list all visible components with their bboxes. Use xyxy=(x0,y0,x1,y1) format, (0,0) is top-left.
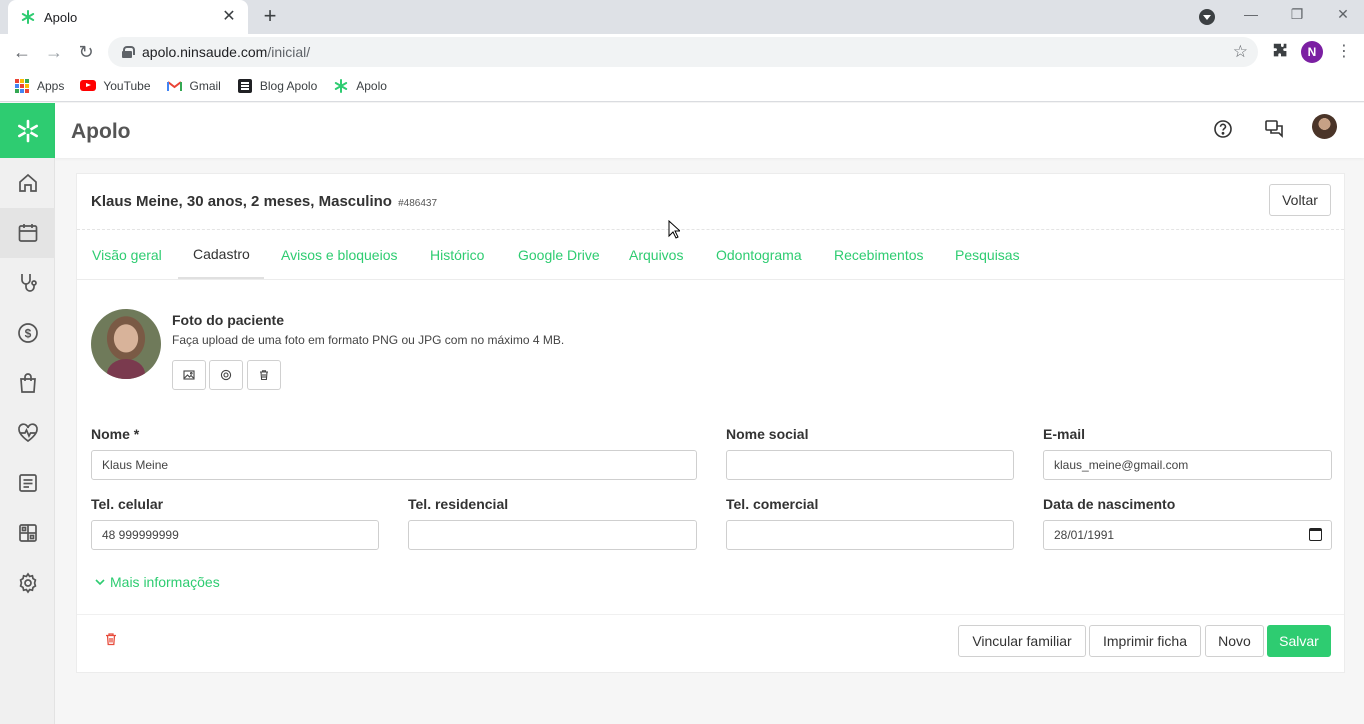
gmail-icon xyxy=(167,78,183,94)
tab-arquivos[interactable]: Arquivos xyxy=(614,230,698,279)
tab-historico[interactable]: Histórico xyxy=(415,230,499,279)
extensions-icon[interactable] xyxy=(1270,42,1290,63)
tel-comercial-input[interactable] xyxy=(726,520,1014,550)
image-icon xyxy=(183,370,195,380)
browser-tabstrip: Apolo ✕ + — ❐ ✕ xyxy=(0,0,1364,34)
camera-icon xyxy=(220,369,232,381)
bookmark-blog-apolo[interactable]: Blog Apolo xyxy=(237,78,317,94)
patient-tabs: Visão geral Cadastro Avisos e bloqueios … xyxy=(77,230,1344,280)
tab-title: Apolo xyxy=(44,9,78,25)
user-avatar[interactable] xyxy=(1312,114,1337,139)
upload-image-button[interactable] xyxy=(172,360,206,390)
patient-photo xyxy=(91,309,161,379)
bookmark-star-icon[interactable]: ☆ xyxy=(1233,42,1248,62)
profile-avatar[interactable]: N xyxy=(1301,41,1323,63)
browser-toolbar: ← → ↻ apolo.ninsaude.com/inicial/ ☆ xyxy=(0,34,1364,70)
patient-id: #486437 xyxy=(398,198,438,209)
apps-grid-icon xyxy=(14,78,30,94)
bookmark-apps[interactable]: Apps xyxy=(14,78,64,94)
bookmark-gmail[interactable]: Gmail xyxy=(167,78,221,94)
close-tab-icon[interactable]: ✕ xyxy=(220,8,238,26)
chevron-down-icon xyxy=(95,579,105,586)
photo-title: Foto do paciente xyxy=(172,312,284,328)
tel-celular-label: Tel. celular xyxy=(91,496,164,512)
restore-icon[interactable]: ❐ xyxy=(1286,6,1308,23)
tel-residencial-label: Tel. residencial xyxy=(408,496,509,512)
webcam-button[interactable] xyxy=(209,360,243,390)
footer-divider xyxy=(77,614,1344,615)
tab-cadastro[interactable]: Cadastro xyxy=(178,230,264,279)
mais-informacoes-toggle[interactable]: Mais informações xyxy=(94,574,220,590)
app-title: Apolo xyxy=(71,120,131,143)
report-icon[interactable] xyxy=(0,458,55,508)
tab-search-icon[interactable] xyxy=(1199,9,1215,25)
settings-icon[interactable] xyxy=(0,558,55,608)
patient-title: Klaus Meine, 30 anos, 2 meses, Masculino… xyxy=(91,193,438,210)
stethoscope-icon[interactable] xyxy=(0,258,55,308)
tab-avisos-bloqueios[interactable]: Avisos e bloqueios xyxy=(266,230,412,279)
app-header: Apolo xyxy=(55,103,1364,158)
dollar-icon[interactable]: $ xyxy=(0,308,55,358)
nome-label: Nome * xyxy=(91,426,140,442)
tel-celular-input[interactable]: 48 999999999 xyxy=(91,520,379,550)
voltar-button[interactable]: Voltar xyxy=(1269,184,1331,216)
home-icon[interactable] xyxy=(0,158,55,208)
salvar-button[interactable]: Salvar xyxy=(1267,625,1331,657)
bag-icon[interactable] xyxy=(0,358,55,408)
nascimento-input[interactable]: 28/01/1991 xyxy=(1043,520,1332,550)
apolo-favicon-icon xyxy=(20,9,36,25)
tab-odontograma[interactable]: Odontograma xyxy=(701,230,817,279)
tab-pesquisas[interactable]: Pesquisas xyxy=(940,230,1035,279)
svg-text:$: $ xyxy=(24,327,31,341)
tab-visao-geral[interactable]: Visão geral xyxy=(77,230,177,279)
patient-card: Klaus Meine, 30 anos, 2 meses, Masculino… xyxy=(76,173,1345,673)
chat-icon[interactable] xyxy=(1262,117,1286,141)
youtube-icon xyxy=(80,78,97,94)
address-bar[interactable]: apolo.ninsaude.com/inicial/ ☆ xyxy=(108,37,1258,67)
vincular-familiar-button[interactable]: Vincular familiar xyxy=(958,625,1086,657)
bookmarks-bar: Apps YouTube Gmail Blog Apolo Apolo xyxy=(0,70,1364,102)
app-sidebar: $ xyxy=(0,103,55,724)
nome-input[interactable]: Klaus Meine xyxy=(91,450,697,480)
tel-comercial-label: Tel. comercial xyxy=(726,496,819,512)
tab-google-drive[interactable]: Google Drive xyxy=(503,230,615,279)
email-input[interactable]: klaus_meine@gmail.com xyxy=(1043,450,1332,480)
browser-tab[interactable]: Apolo ✕ xyxy=(8,0,248,34)
forward-icon[interactable]: → xyxy=(43,41,65,63)
new-tab-button[interactable]: + xyxy=(258,5,282,29)
novo-button[interactable]: Novo xyxy=(1205,625,1264,657)
browser-menu-icon[interactable]: ⋮ xyxy=(1336,41,1352,61)
help-icon[interactable] xyxy=(1211,117,1235,141)
nascimento-label: Data de nascimento xyxy=(1043,496,1176,512)
minimize-icon[interactable]: — xyxy=(1240,6,1262,22)
photo-description: Faça upload de uma foto em formato PNG o… xyxy=(172,333,565,347)
nome-social-label: Nome social xyxy=(726,426,809,442)
back-icon[interactable]: ← xyxy=(11,41,33,63)
reload-icon[interactable]: ↻ xyxy=(75,41,97,63)
mouse-cursor-icon xyxy=(668,219,682,245)
window-close-icon[interactable]: ✕ xyxy=(1332,6,1354,23)
dashboard-icon[interactable] xyxy=(0,508,55,558)
tab-recebimentos[interactable]: Recebimentos xyxy=(819,230,939,279)
email-label: E-mail xyxy=(1043,426,1086,442)
nome-social-input[interactable] xyxy=(726,450,1014,480)
calendar-picker-icon[interactable] xyxy=(1309,528,1322,541)
bookmark-apolo[interactable]: Apolo xyxy=(333,78,387,94)
url-text: apolo.ninsaude.com/inicial/ xyxy=(142,44,311,60)
imprimir-ficha-button[interactable]: Imprimir ficha xyxy=(1089,625,1201,657)
heartbeat-icon[interactable] xyxy=(0,408,55,458)
trash-icon xyxy=(260,370,268,381)
apolo-icon xyxy=(333,78,349,94)
apolo-logo[interactable] xyxy=(0,103,55,158)
delete-patient-icon[interactable] xyxy=(104,632,118,651)
calendar-icon[interactable] xyxy=(0,208,55,258)
lock-icon xyxy=(122,46,135,58)
tel-residencial-input[interactable] xyxy=(408,520,697,550)
remove-photo-button[interactable] xyxy=(247,360,281,390)
bookmark-youtube[interactable]: YouTube xyxy=(80,78,151,94)
blog-icon xyxy=(237,78,253,94)
